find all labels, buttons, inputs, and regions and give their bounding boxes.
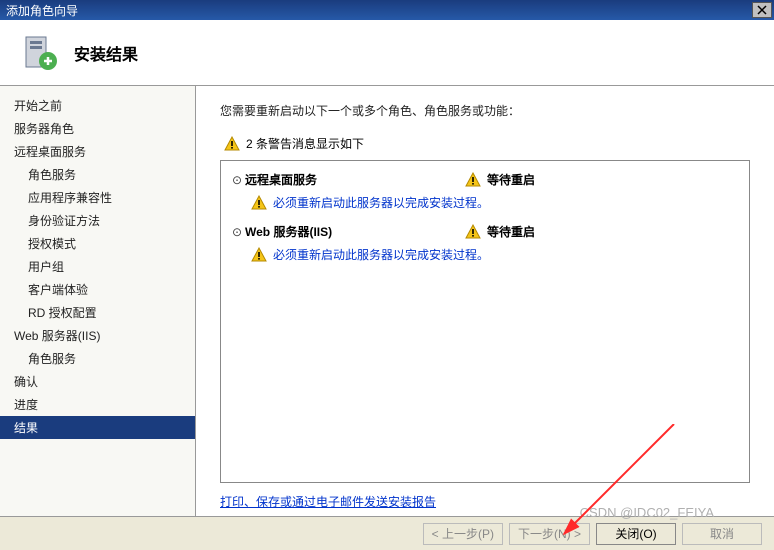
service-message-row: 必须重新启动此服务器以完成安装过程。	[229, 244, 741, 271]
print-report-link[interactable]: 打印、保存或通过电子邮件发送安装报告	[220, 495, 436, 509]
service-name: 远程桌面服务	[245, 171, 465, 188]
close-button[interactable]	[752, 2, 772, 18]
sidebar-item[interactable]: 角色服务	[0, 347, 195, 370]
sidebar-item[interactable]: 结果	[0, 416, 195, 439]
sidebar-item[interactable]: 进度	[0, 393, 195, 416]
warning-icon	[224, 136, 240, 152]
wizard-icon	[20, 33, 60, 73]
sidebar-item[interactable]: RD 授权配置	[0, 301, 195, 324]
service-name: Web 服务器(IIS)	[245, 223, 465, 240]
sidebar-item[interactable]: 服务器角色	[0, 117, 195, 140]
header: 安装结果	[0, 20, 774, 86]
collapse-icon[interactable]: ⊙	[229, 225, 245, 239]
page-title: 安装结果	[74, 41, 138, 65]
window-title: 添加角色向导	[6, 2, 78, 19]
warning-icon	[251, 247, 267, 263]
sidebar: 开始之前服务器角色远程桌面服务角色服务应用程序兼容性身份验证方法授权模式用户组客…	[0, 86, 196, 516]
close-wizard-button[interactable]: 关闭(O)	[596, 523, 676, 545]
sidebar-item[interactable]: 开始之前	[0, 94, 195, 117]
titlebar: 添加角色向导	[0, 0, 774, 20]
service-message-link[interactable]: 必须重新启动此服务器以完成安装过程。	[273, 194, 489, 211]
sidebar-item[interactable]: 用户组	[0, 255, 195, 278]
sidebar-item[interactable]: 授权模式	[0, 232, 195, 255]
warning-icon	[465, 224, 481, 240]
content: 您需要重新启动以下一个或多个角色、角色服务或功能： 2 条警告消息显示如下 ⊙远…	[196, 86, 774, 516]
service-message-row: 必须重新启动此服务器以完成安装过程。	[229, 192, 741, 219]
footer: < 上一步(P) 下一步(N) > 关闭(O) 取消	[0, 516, 774, 550]
results-panel: ⊙远程桌面服务等待重启必须重新启动此服务器以完成安装过程。⊙Web 服务器(II…	[220, 160, 750, 483]
sidebar-item[interactable]: 确认	[0, 370, 195, 393]
service-header[interactable]: ⊙远程桌面服务等待重启	[229, 167, 741, 192]
service-status: 等待重启	[465, 171, 535, 188]
prev-button: < 上一步(P)	[423, 523, 503, 545]
collapse-icon[interactable]: ⊙	[229, 173, 245, 187]
warning-icon	[465, 172, 481, 188]
sidebar-item[interactable]: Web 服务器(IIS)	[0, 324, 195, 347]
service-message-link[interactable]: 必须重新启动此服务器以完成安装过程。	[273, 246, 489, 263]
print-link-row: 打印、保存或通过电子邮件发送安装报告	[220, 493, 750, 510]
service-header[interactable]: ⊙Web 服务器(IIS)等待重启	[229, 219, 741, 244]
sidebar-item[interactable]: 身份验证方法	[0, 209, 195, 232]
warning-summary-row: 2 条警告消息显示如下	[224, 135, 746, 152]
intro-text: 您需要重新启动以下一个或多个角色、角色服务或功能：	[220, 102, 750, 119]
main: 开始之前服务器角色远程桌面服务角色服务应用程序兼容性身份验证方法授权模式用户组客…	[0, 86, 774, 516]
cancel-button: 取消	[682, 523, 762, 545]
sidebar-item[interactable]: 应用程序兼容性	[0, 186, 195, 209]
next-button: 下一步(N) >	[509, 523, 590, 545]
service-status: 等待重启	[465, 223, 535, 240]
warning-icon	[251, 195, 267, 211]
sidebar-item[interactable]: 客户端体验	[0, 278, 195, 301]
sidebar-item[interactable]: 角色服务	[0, 163, 195, 186]
warning-summary-text: 2 条警告消息显示如下	[246, 135, 364, 152]
sidebar-item[interactable]: 远程桌面服务	[0, 140, 195, 163]
close-icon	[757, 5, 767, 15]
